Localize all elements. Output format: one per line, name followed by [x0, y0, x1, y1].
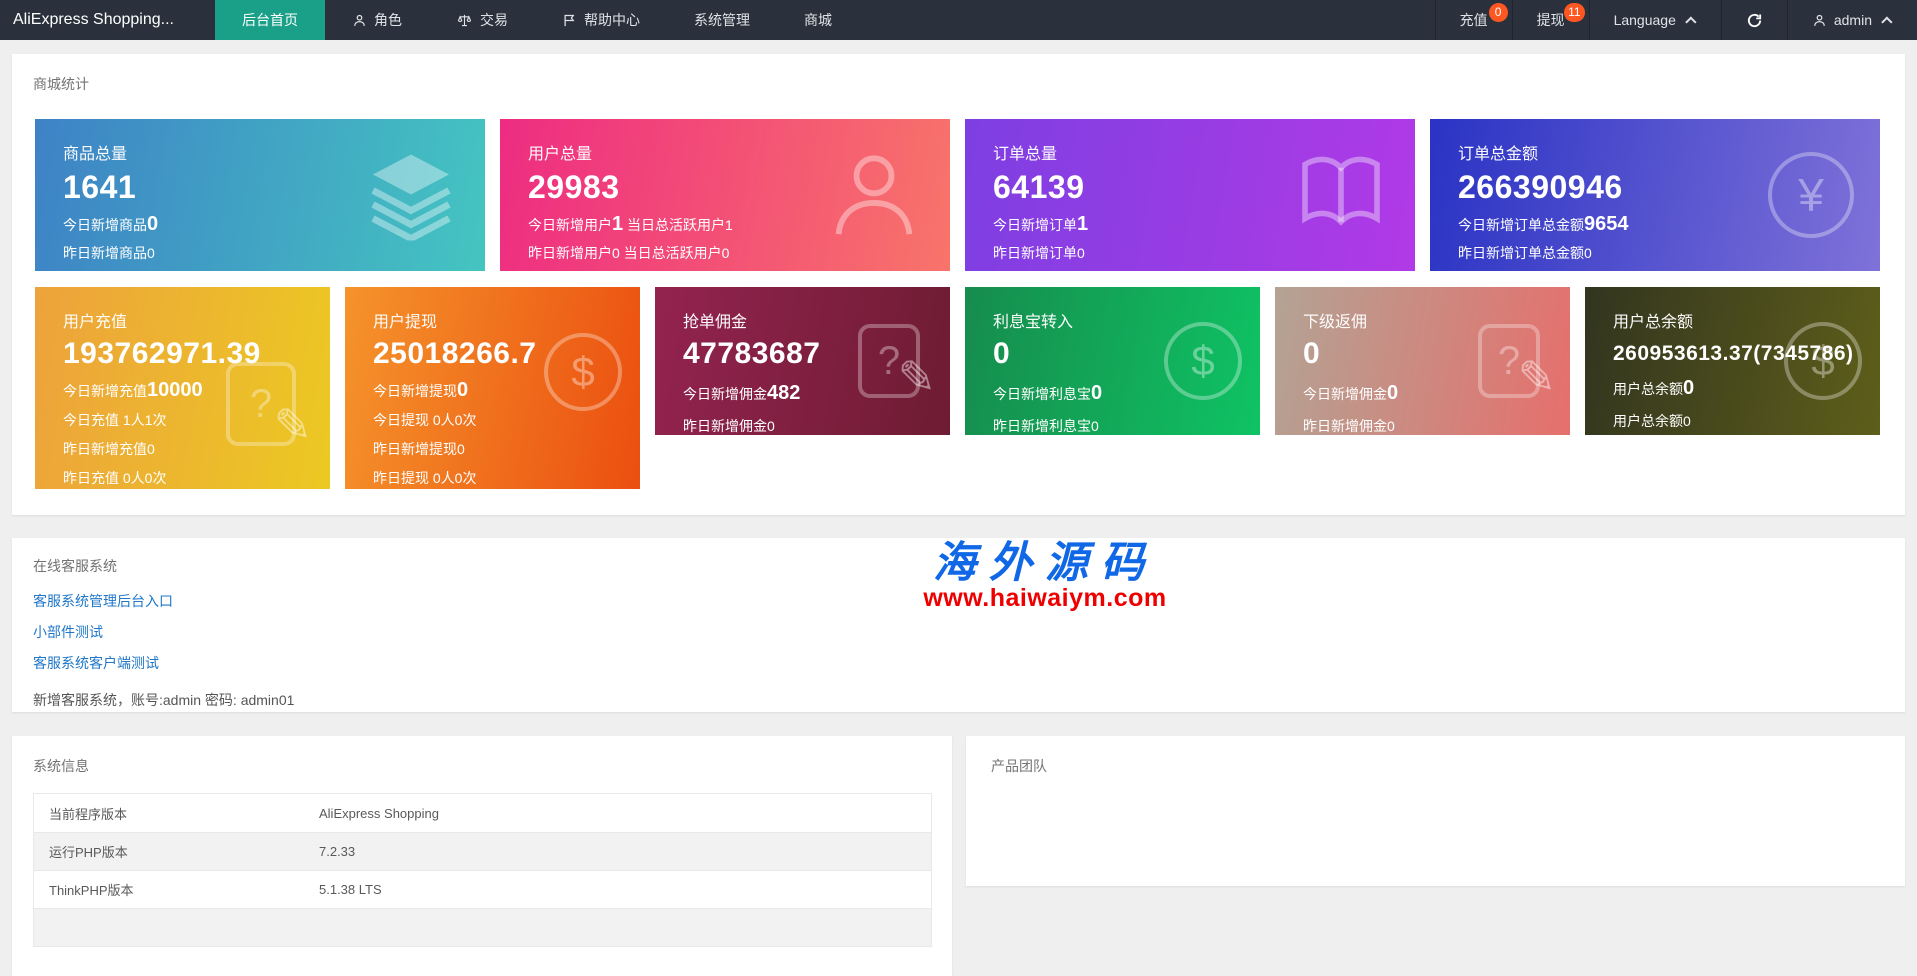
service-client-test-link[interactable]: 客服系统客户端测试: [33, 653, 294, 673]
stat-card-user-recharge: 用户充值 193762971.39 今日新增充值10000 今日充值 1人1次 …: [35, 287, 330, 489]
edit-doc-icon: ? ✎: [1478, 324, 1556, 403]
refresh-icon: [1746, 12, 1763, 29]
menu-item-roles[interactable]: 角色: [325, 0, 429, 40]
user-icon: [352, 13, 367, 28]
layers-icon: [363, 145, 459, 246]
dollar-circle-icon: $: [544, 332, 622, 411]
widget-test-link[interactable]: 小部件测试: [33, 622, 294, 642]
scales-icon: [456, 13, 473, 28]
service-panel-title: 在线客服系统: [33, 558, 117, 574]
dollar-circle-icon: $: [1164, 322, 1242, 400]
menu-item-home[interactable]: 后台首页: [215, 0, 325, 40]
chevron-up-icon: [1685, 16, 1697, 28]
stat-card-user-withdraw: 用户提现 25018266.7 今日新增提现0 今日提现 0人0次 昨日新增提现…: [345, 287, 640, 489]
menu-item-system[interactable]: 系统管理: [667, 0, 777, 40]
table-row: 当前程序版本 AliExpress Shopping: [34, 794, 931, 832]
admin-dropdown[interactable]: admin: [1786, 0, 1917, 40]
user-icon: [824, 143, 924, 248]
menu-item-help-center[interactable]: 帮助中心: [535, 0, 667, 40]
refresh-button[interactable]: [1720, 0, 1787, 40]
watermark: 海外源码 www.haiwaiym.com: [830, 541, 1260, 611]
flag-icon: [562, 13, 577, 28]
system-info-table: 当前程序版本 AliExpress Shopping 运行PHP版本 7.2.3…: [33, 793, 932, 947]
stats-panel-title: 商城统计: [33, 76, 89, 92]
top-navbar: AliExpress Shopping... 后台首页 角色 交易 帮助中心 系…: [0, 0, 1917, 40]
language-dropdown[interactable]: Language: [1588, 0, 1721, 40]
stat-card-user-balance: 用户总余额 260953613.37(7345786) 用户总余额0 用户总余额…: [1585, 287, 1880, 435]
recharge-button[interactable]: 充值 0: [1434, 0, 1512, 40]
table-row: ThinkPHP版本 5.1.38 LTS: [34, 870, 931, 908]
stat-card-sub-rebate: 下级返佣 0 今日新增佣金0 昨日新增佣金0 ? ✎: [1275, 287, 1570, 435]
table-row: 运行PHP版本 7.2.33: [34, 832, 931, 870]
main-menu: 后台首页 角色 交易 帮助中心 系统管理 商城: [215, 0, 859, 40]
stats-panel: 商城统计 商品总量 1641 今日新增商品0 昨日新增商品0 用户总量 2998…: [12, 54, 1905, 515]
stat-card-orders-total: 订单总量 64139 今日新增订单1 昨日新增订单0: [965, 119, 1415, 271]
watermark-url-text: www.haiwaiym.com: [923, 584, 1167, 612]
yen-circle-icon: ¥: [1768, 152, 1854, 238]
menu-item-mall[interactable]: 商城: [777, 0, 859, 40]
service-account-note: 新增客服系统，账号:admin 密码: admin01: [33, 692, 295, 708]
stat-card-users-total: 用户总量 29983 今日新增用户1 当日总活跃用户1 昨日新增用户0 当日总活…: [500, 119, 950, 271]
dollar-circle-icon: $: [1784, 322, 1862, 400]
dashboard-page: { "colors": { "navbar_bg": "#2b313c", "a…: [0, 0, 1917, 976]
withdraw-button[interactable]: 提现 11: [1511, 0, 1589, 40]
edit-doc-icon: ? ✎: [858, 324, 936, 403]
system-info-title: 系统信息: [33, 758, 89, 774]
menu-item-transactions[interactable]: 交易: [429, 0, 535, 40]
stat-card-orders-amount: 订单总金额 266390946 今日新增订单总金额9654 昨日新增订单总金额0…: [1430, 119, 1880, 271]
stat-card-interest-transfer: 利息宝转入 0 今日新增利息宝0 昨日新增利息宝0 $: [965, 287, 1260, 435]
chevron-up-icon: [1881, 16, 1893, 28]
stat-card-products-total: 商品总量 1641 今日新增商品0 昨日新增商品0: [35, 119, 485, 271]
edit-doc-icon: ? ✎: [226, 362, 312, 451]
navbar-right: 充值 0 提现 11 Language admin: [1434, 0, 1917, 40]
watermark-cn-text: 海外源码: [933, 538, 1157, 588]
book-icon: [1293, 145, 1389, 246]
team-panel: 产品团队: [966, 736, 1905, 886]
table-row: [34, 908, 931, 946]
service-panel: 在线客服系统 客服系统管理后台入口 小部件测试 客服系统客户端测试 新增客服系统…: [12, 538, 1905, 712]
user-icon: [1812, 13, 1827, 28]
recharge-badge: 0: [1488, 3, 1508, 22]
app-title: AliExpress Shopping...: [13, 11, 174, 28]
withdraw-badge: 11: [1564, 3, 1585, 22]
team-panel-title: 产品团队: [991, 758, 1047, 774]
stat-card-order-commission: 抢单佣金 47783687 今日新增佣金482 昨日新增佣金0 ? ✎: [655, 287, 950, 435]
system-info-panel: 系统信息 当前程序版本 AliExpress Shopping 运行PHP版本 …: [12, 736, 952, 976]
service-admin-entry-link[interactable]: 客服系统管理后台入口: [33, 591, 294, 611]
